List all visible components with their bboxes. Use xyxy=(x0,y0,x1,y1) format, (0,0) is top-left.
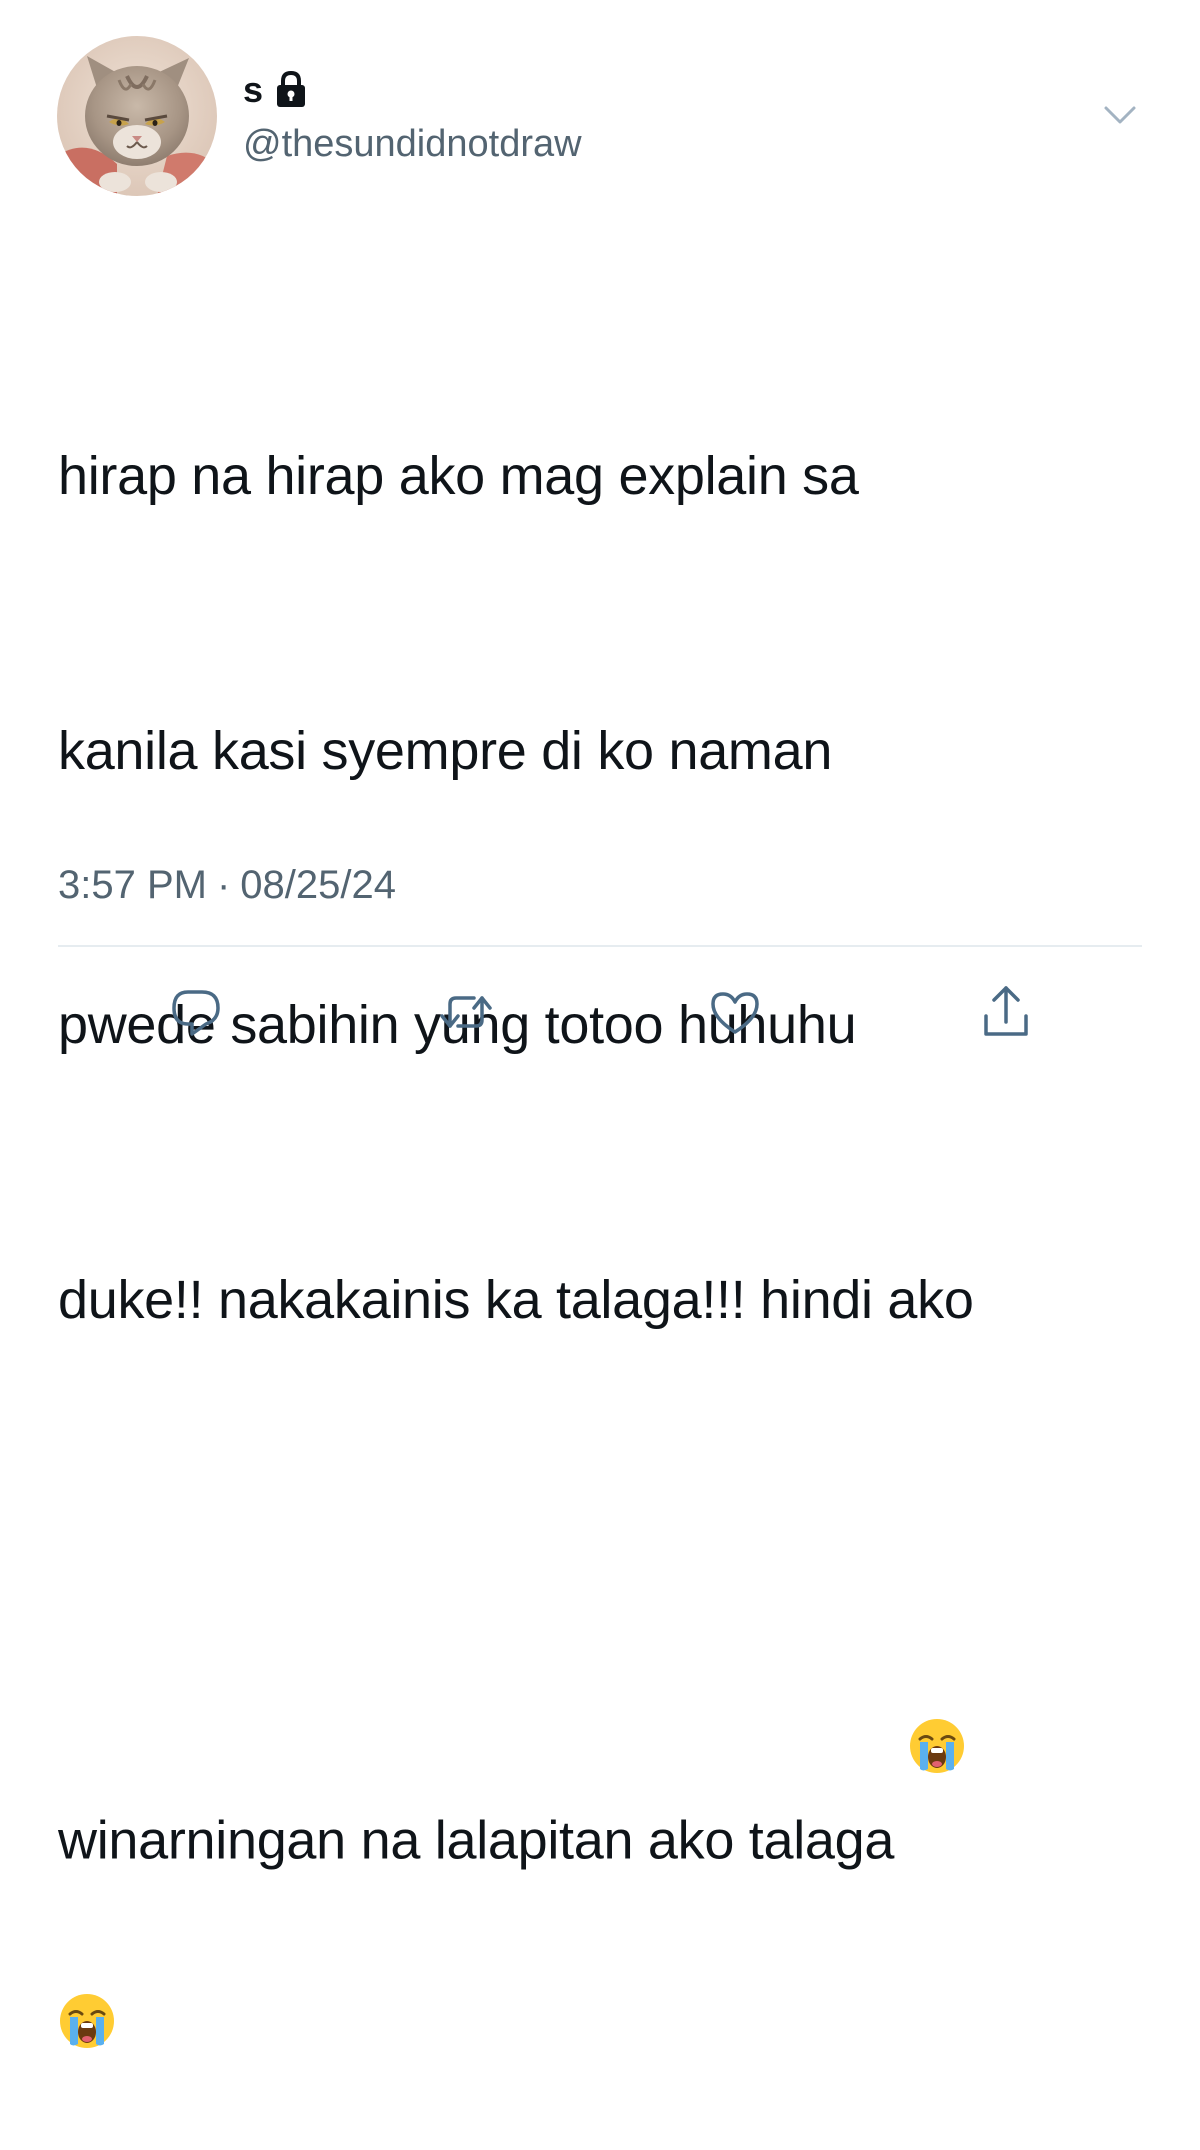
tweet-time: 3:57 PM xyxy=(58,863,207,907)
display-name[interactable]: s xyxy=(243,70,311,110)
tweet-timestamp[interactable]: 3:57 PM · 08/25/24 xyxy=(58,860,396,910)
tweet-text-line: winarningan na lalapitan ako talaga xyxy=(58,1810,895,1871)
more-options-button[interactable] xyxy=(1100,96,1140,136)
display-name-text: s xyxy=(243,69,264,110)
loudly-crying-face-icon xyxy=(908,1529,966,1773)
tweet-text-line: duke!! nakakainis ka talaga!!! hindi ako xyxy=(58,1269,974,1330)
loudly-crying-face-icon xyxy=(58,1804,116,2048)
tweet-text: hirap na hirap ako mag explain sa kanila… xyxy=(58,248,1158,2078)
tweet-card: s @thesundidnotdraw hirap na hirap ako m… xyxy=(0,0,1200,2048)
tweet-text-line-with-emoji: winarningan na lalapitan ako talaga xyxy=(58,1529,1158,1871)
divider xyxy=(58,945,1142,947)
reply-button[interactable] xyxy=(166,982,226,1042)
chevron-down-icon xyxy=(1104,106,1136,124)
retweet-icon xyxy=(440,996,492,1028)
share-button[interactable] xyxy=(976,982,1036,1042)
timestamp-separator: · xyxy=(216,863,231,907)
heart-icon xyxy=(711,992,759,1034)
tweet-text-line: hirap na hirap ako mag explain sa xyxy=(58,446,859,506)
lock-icon xyxy=(271,70,311,110)
retweet-button[interactable] xyxy=(436,982,496,1042)
avatar[interactable] xyxy=(57,36,217,196)
like-button[interactable] xyxy=(705,982,765,1042)
tweet-text-line: kanila kasi syempre di ko naman xyxy=(58,720,833,781)
user-handle[interactable]: @thesundidnotdraw xyxy=(243,121,582,167)
tweet-date: 08/25/24 xyxy=(240,863,396,907)
reply-icon xyxy=(172,990,220,1036)
share-icon xyxy=(984,986,1028,1036)
cat-avatar-icon xyxy=(57,36,217,196)
